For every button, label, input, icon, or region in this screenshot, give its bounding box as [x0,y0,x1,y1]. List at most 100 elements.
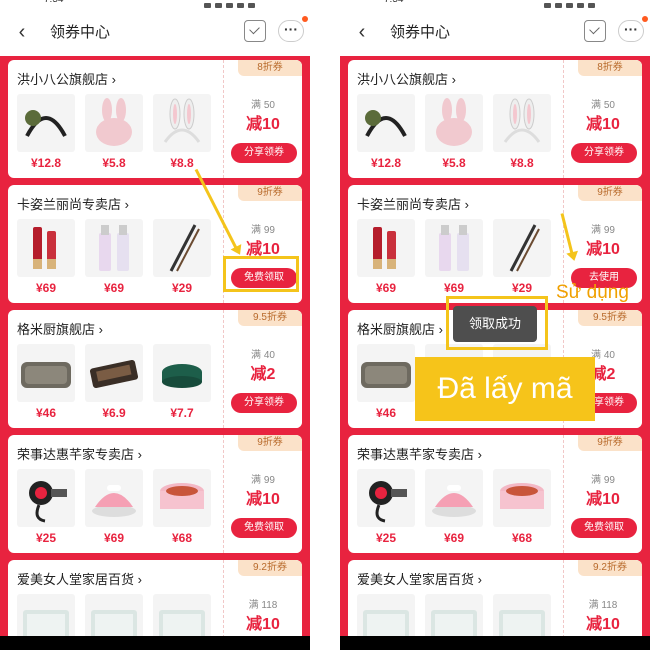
product-item[interactable]: ¥6.9 [85,344,143,420]
back-arrow-icon[interactable]: ‹ [10,20,34,44]
product-row: ¥25 ¥69 ¥68 [357,469,557,549]
coupon-condition: 满 99 [591,475,615,486]
store-card: 荣事达惠芊家专卖店 › ¥25 ¥69 ¥68 9折券满 99 减10 免费领取 [8,435,302,553]
back-arrow-icon[interactable]: ‹ [350,20,374,44]
store-card: 洪小八公旗舰店 › ¥12.8 ¥5.8 ¥8.8 8折券满 50 减10 分享领券 [348,60,642,178]
product-row: ¥12.8 ¥5.8 ¥8.8 [17,94,217,174]
chevron-right-icon: › [95,322,103,337]
coupon-amount: 减10 [246,616,280,633]
discount-tag: 8折券 [238,60,302,76]
store-name-link[interactable]: 荣事达惠芊家专卖店 › [17,444,142,463]
coupon-condition: 满 99 [591,225,615,236]
product-item[interactable]: ¥68 [493,469,551,545]
page-title: 领券中心 [50,24,111,41]
product-item[interactable]: ¥69 [357,219,415,295]
store-name-link[interactable]: 格米厨旗舰店 › [17,319,103,338]
nav-bar: ‹ 领券中心 ··· [0,8,310,56]
store-name-link[interactable]: 爱美女人堂家居百货 › [357,569,482,588]
product-item[interactable]: ¥29 [153,219,211,295]
product-item[interactable]: ¥69 [85,219,143,295]
tray-icon [17,344,75,402]
coupon-action-button[interactable]: 分享领券 [231,393,297,413]
caption-banner: Đã lấy mã [415,357,595,421]
coupon-panel: 8折券满 50 减10 分享领券 [563,60,642,178]
store-name-link[interactable]: 格米厨旗舰店 › [357,319,443,338]
store-name-link[interactable]: 爱美女人堂家居百货 › [17,569,142,588]
product-price: ¥46 [35,406,57,420]
bowl-icon [153,344,211,402]
product-item[interactable]: ¥69 [17,219,75,295]
product-price: ¥69 [35,281,57,295]
product-item[interactable]: ¥5.8 [85,94,143,170]
massage-gun-icon [17,469,75,527]
iron-icon [425,469,483,527]
store-name-text: 格米厨旗舰店 [17,322,96,337]
product-price: ¥46 [375,406,397,420]
coupon-action-button[interactable]: 免费领取 [231,518,297,538]
discount-tag: 9.2折券 [238,560,302,576]
product-price: ¥8.8 [510,156,534,170]
product-row: ¥69 ¥69 ¥29 [357,219,557,299]
coupon-condition: 满 99 [251,225,275,236]
product-price: ¥69 [103,281,125,295]
product-price: ¥69 [443,281,465,295]
store-name-text: 格米厨旗舰店 [357,322,436,337]
coupon-amount: 减2 [250,366,276,383]
status-bar: 7:54 [340,0,650,8]
product-item[interactable]: ¥69 [85,469,143,545]
coupon-action-button[interactable]: 分享领券 [231,143,297,163]
product-item[interactable]: ¥7.7 [153,344,211,420]
product-price: ¥25 [375,531,397,545]
product-item[interactable]: ¥8.8 [493,94,551,170]
discount-tag: 9折券 [238,185,302,201]
store-name-link[interactable]: 卡姿兰丽尚专卖店 › [17,194,129,213]
product-item[interactable]: ¥69 [425,219,483,295]
store-name-link[interactable]: 荣事达惠芊家专卖店 › [357,444,482,463]
product-row: ¥12.8 ¥5.8 ¥8.8 [357,94,557,174]
coupon-action-button[interactable]: 分享领券 [571,143,637,163]
chevron-right-icon: › [435,322,443,337]
product-item[interactable]: ¥68 [153,469,211,545]
discount-tag: 9.2折券 [578,560,642,576]
product-item[interactable]: ¥12.8 [357,94,415,170]
product-item[interactable]: ¥29 [493,219,551,295]
coupon-action-button[interactable]: 免费领取 [571,518,637,538]
product-item[interactable]: ¥69 [425,469,483,545]
coupon-amount: 减10 [586,491,620,508]
product-item[interactable]: ¥46 [357,344,415,420]
product-item[interactable]: ¥12.8 [17,94,75,170]
bunny-ears-icon [493,94,551,152]
chevron-right-icon: › [474,447,482,462]
coupon-condition: 满 40 [251,350,275,361]
product-row: ¥69 ¥69 ¥29 [17,219,217,299]
more-menu-icon[interactable]: ··· [618,20,644,42]
product-price: ¥25 [35,531,57,545]
product-item[interactable]: ¥8.8 [153,94,211,170]
store-name-text: 爱美女人堂家居百货 [17,572,135,587]
store-name-text: 荣事达惠芊家专卖店 [357,447,475,462]
discount-tag: 9折券 [578,435,642,451]
store-name-link[interactable]: 洪小八公旗舰店 › [357,69,456,88]
coupon-amount: 减10 [246,491,280,508]
product-item[interactable]: ¥46 [17,344,75,420]
bookmark-icon[interactable] [584,20,606,42]
store-name-link[interactable]: 卡姿兰丽尚专卖店 › [357,194,469,213]
product-price: ¥12.8 [370,156,402,170]
bookmark-icon[interactable] [244,20,266,42]
product-item[interactable]: ¥25 [357,469,415,545]
store-name-text: 洪小八公旗舰店 [17,72,109,87]
product-price: ¥69 [375,281,397,295]
product-item[interactable]: ¥5.8 [425,94,483,170]
product-price: ¥8.8 [170,156,194,170]
more-menu-icon[interactable]: ··· [278,20,304,42]
left-phone-screen: 7:54 ‹ 领券中心 ··· 洪小八公旗舰店 › ¥12.8 ¥5.8 ¥8.8 8折券满 5… [0,0,310,650]
store-name-link[interactable]: 洪小八公旗舰店 › [17,69,116,88]
chevron-right-icon: › [134,572,142,587]
iron-icon [85,469,143,527]
store-name-text: 荣事达惠芊家专卖店 [17,447,135,462]
massage-gun-icon [357,469,415,527]
chevron-right-icon: › [448,72,456,87]
product-item[interactable]: ¥25 [17,469,75,545]
bunny-plush-icon [85,94,143,152]
eyebrow-pencil-icon [493,219,551,277]
